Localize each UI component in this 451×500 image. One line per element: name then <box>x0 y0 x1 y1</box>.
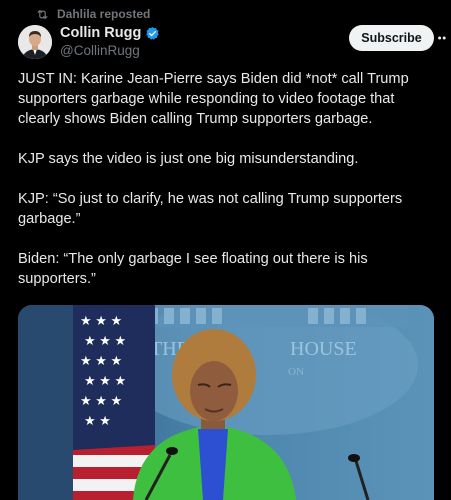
avatar[interactable] <box>18 25 52 59</box>
repost-label: Dahlila reposted <box>57 7 151 21</box>
repost-icon <box>36 8 49 21</box>
tweet-paragraph: KJP: “So just to clarify, he was not cal… <box>18 191 403 227</box>
svg-text:★ ★ ★: ★ ★ ★ <box>80 353 122 368</box>
svg-text:★ ★ ★: ★ ★ ★ <box>80 313 122 328</box>
subscribe-button[interactable]: Subscribe <box>349 25 434 51</box>
tweet-paragraph: KJP says the video is just one big misun… <box>18 151 359 167</box>
svg-text:★ ★: ★ ★ <box>84 413 111 428</box>
svg-text:★ ★ ★: ★ ★ ★ <box>80 393 122 408</box>
author-handle[interactable]: @CollinRugg <box>60 42 160 60</box>
seal-text-right: HOUSE <box>290 338 357 360</box>
more-icon[interactable] <box>438 27 451 49</box>
svg-text:★ ★ ★: ★ ★ ★ <box>84 373 126 388</box>
author-display-name[interactable]: Collin Rugg <box>60 24 141 42</box>
tweet-paragraph: JUST IN: Karine Jean-Pierre says Biden d… <box>18 71 409 127</box>
flag: ★ ★ ★ ★ ★ ★ ★ ★ ★ ★ ★ ★ ★ ★ ★ ★ ★ <box>18 305 155 500</box>
tweet-media-image[interactable]: THE HOUSE ON ★ ★ ★ ★ ★ ★ ★ ★ ★ ★ ★ ★ ★ ★… <box>18 305 434 500</box>
repost-indicator[interactable]: Dahlila reposted <box>36 7 150 21</box>
tweet-paragraph: Biden: “The only garbage I see floating … <box>18 251 368 287</box>
svg-text:★ ★ ★: ★ ★ ★ <box>84 333 126 348</box>
author-block: Collin Rugg @CollinRugg <box>60 24 160 60</box>
verified-badge-icon <box>145 26 160 41</box>
tweet-text: JUST IN: Karine Jean-Pierre says Biden d… <box>18 69 438 309</box>
seal-text-small: ON <box>288 366 304 378</box>
